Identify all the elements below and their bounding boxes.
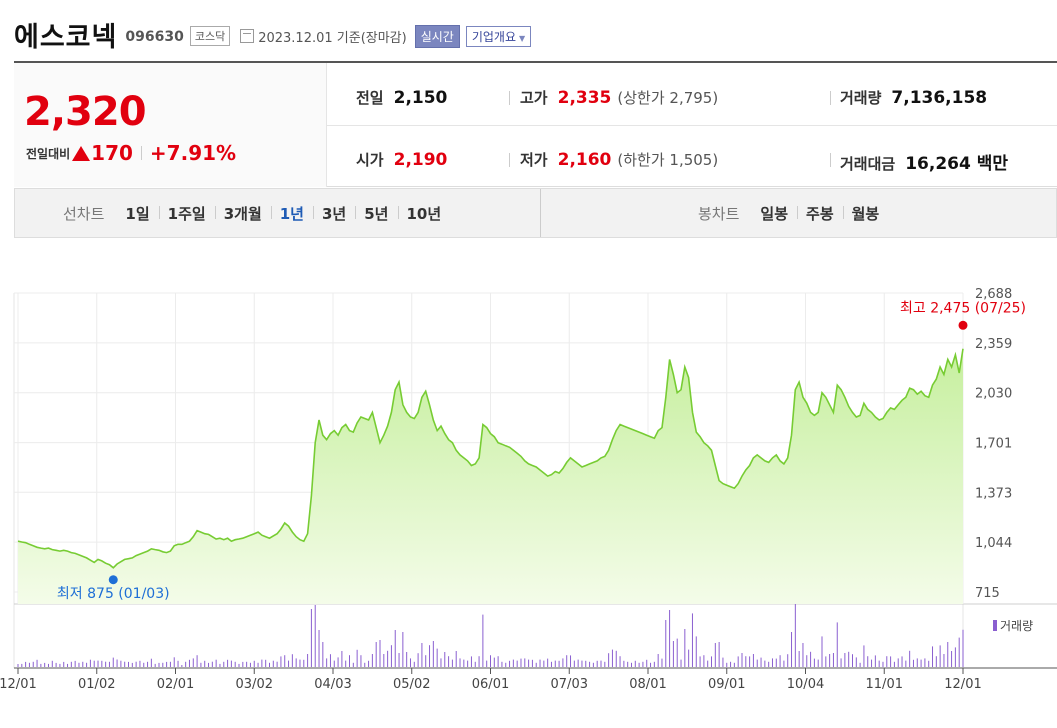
candle-chart-label: 봉차트 [698,204,740,223]
stock-code: 096630 [125,29,184,45]
realtime-button[interactable]: 실시간 [414,24,460,48]
trade-amount: 거래대금 16,264 백만 [840,149,1008,174]
period-1y[interactable]: 1년 [270,203,313,224]
x-tick-label: 09/01 [708,677,745,692]
volume: 거래량 7,136,158 [840,87,987,108]
divider [830,153,831,167]
low-label: 저가 [520,151,548,169]
x-tick-label: 02/01 [157,677,194,692]
market-badge: 코스닥 [189,26,231,46]
min-annotation: 최저 875 (01/03) [57,586,170,602]
x-tick-label: 10/04 [787,677,824,692]
candle-weekly[interactable]: 주봉 [797,203,843,224]
period-3y[interactable]: 3년 [313,203,355,224]
high-label: 고가 [520,89,548,107]
period-10y[interactable]: 10년 [397,203,451,224]
change-percent: +7.91% [149,141,237,165]
day-low: 저가 2,160 (하한가 1,505) [520,149,718,170]
min-marker [108,575,118,585]
x-tick-label: 01/02 [78,677,115,692]
prev-close-label: 전일 [356,89,384,107]
period-1d[interactable]: 1일 [116,203,158,224]
amount-label: 거래대금 [840,155,896,173]
upper-limit: (상한가 2,795) [617,89,719,107]
period-5y[interactable]: 5년 [355,203,397,224]
y-tick-label: 1,701 [975,437,1012,452]
x-tick-label: 04/03 [314,677,351,692]
x-tick-label: 05/02 [393,677,430,692]
line-chart-periods: 선차트 1일 1주일 3개월 1년 3년 5년 10년 [63,189,450,237]
company-overview-dropdown[interactable]: 기업개요 ▼ [465,25,532,47]
x-tick-label: 07/03 [551,677,588,692]
high-value: 2,335 [557,88,612,108]
amount-value: 16,264 백만 [905,154,1009,174]
current-price: 2,320 [24,89,147,135]
x-tick-label: 06/01 [472,677,509,692]
as-of-date: 2023.12.01 기준(장마감) [258,30,407,46]
y-tick-label: 715 [975,586,1000,601]
open-value: 2,190 [393,150,448,170]
divider [509,153,510,167]
divider [509,91,510,105]
day-high: 고가 2,335 (상한가 2,795) [520,87,718,108]
price-chart-svg: 2,6882,3592,0301,7011,3731,044715 거래량 12… [0,287,1057,692]
volume-label: 거래량 [840,89,882,107]
y-tick-label: 2,359 [975,337,1012,352]
max-marker [958,320,968,330]
calendar-icon [240,29,255,43]
candle-chart-periods: 봉차트 일봉 주봉 월봉 [698,189,888,237]
y-tick-label: 1,044 [975,536,1012,551]
price-chart[interactable]: 2,688 2,359 2,030 1,701 1,373 1,044 715 거래량 12… [0,280,1057,728]
company-overview-label: 기업개요 [471,29,517,44]
period-3m[interactable]: 3개월 [214,203,271,224]
volume-value: 7,136,158 [891,88,988,108]
quote-panel: 2,320 전일대비 170 +7.91% 전일 2,150 고가 2,335 … [14,61,1057,187]
up-triangle-icon [72,145,91,161]
stock-header: 에스코넥 096630 코스닥 2023.12.01 기준(장마감) 실시간 기… [14,14,532,54]
lower-limit: (하한가 1,505) [617,151,719,169]
open-label: 시가 [356,151,384,169]
y-tick-label: 2,030 [975,387,1012,402]
price-change: 전일대비 170 +7.91% [26,141,236,165]
x-tick-label: 11/01 [866,677,903,692]
volume-legend-label: 거래량 [1000,619,1033,633]
current-price-box: 2,320 전일대비 170 +7.91% [14,63,327,187]
divider [540,189,541,237]
line-chart-label: 선차트 [63,204,105,223]
volume-legend-swatch [993,620,997,631]
x-tick-label: 12/01 [0,677,37,692]
change-amount: 170 [91,141,133,165]
x-tick-label: 08/01 [629,677,666,692]
candle-monthly[interactable]: 월봉 [842,203,889,224]
period-1w[interactable]: 1주일 [158,203,215,224]
prev-close-value: 2,150 [393,88,448,108]
y-tick-label: 1,373 [975,486,1012,501]
chevron-down-icon: ▼ [519,33,526,43]
divider [140,146,142,160]
candle-daily[interactable]: 일봉 [751,203,797,224]
stock-name: 에스코넥 [14,21,118,53]
open-price: 시가 2,190 [356,149,447,170]
prev-close: 전일 2,150 [356,87,447,108]
change-label: 전일대비 [26,146,71,161]
x-tick-label: 03/02 [236,677,273,692]
max-annotation: 최고 2,475 (07/25) [900,300,1026,316]
row-divider [327,125,1057,126]
divider [830,91,831,105]
period-selector: 선차트 1일 1주일 3개월 1년 3년 5년 10년 봉차트 일봉 주봉 월봉 [14,188,1057,238]
x-tick-label: 12/01 [944,677,981,692]
low-value: 2,160 [557,150,612,170]
